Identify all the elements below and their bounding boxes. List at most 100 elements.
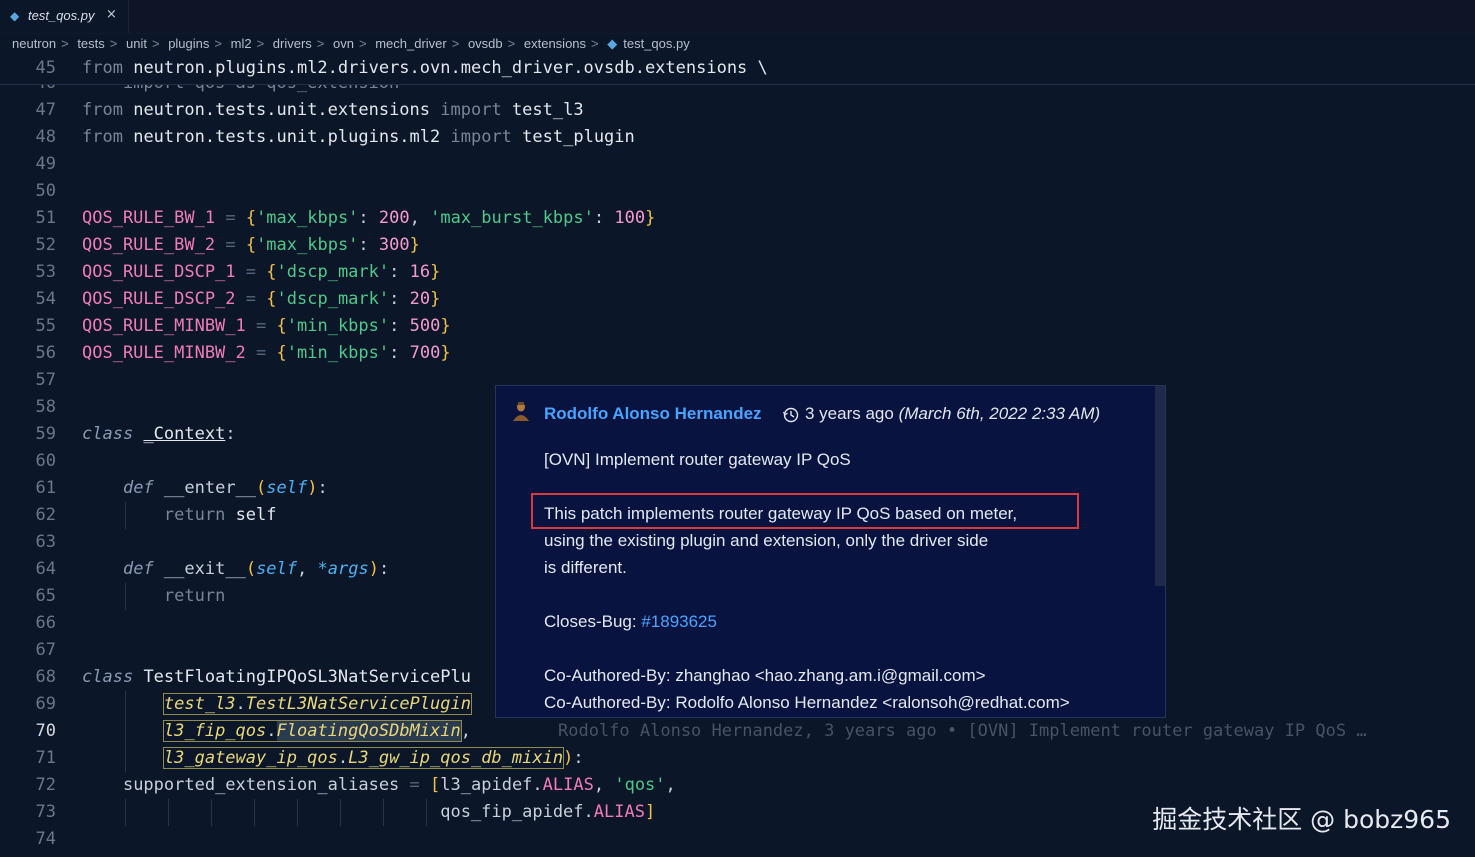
breadcrumb-file-label: test_qos.py	[623, 36, 690, 51]
line-number: 57	[35, 370, 56, 390]
code-text: QOS_RULE_MINBW_2 = {'min_kbps': 700}	[82, 343, 451, 363]
code-line: 50	[0, 178, 1475, 205]
parameter: self	[256, 559, 298, 579]
python-file-icon: ◆	[607, 36, 618, 51]
line-number: 45	[35, 58, 56, 78]
code-text: QOS_RULE_DSCP_1 = {'dscp_mark': 16}	[82, 262, 441, 282]
closes-bug-label: Closes-Bug:	[544, 612, 642, 631]
line-number: 47	[35, 100, 56, 120]
closes-bug-line: Closes-Bug: #1893625	[544, 612, 717, 632]
line-number: 66	[35, 613, 56, 633]
inline-blame-annotation[interactable]: Rodolfo Alonso Hernandez, 3 years ago • …	[558, 718, 1367, 745]
co-authored-line: Co-Authored-By: zhanghao <hao.zhang.am.i…	[544, 666, 986, 685]
chevron-right-icon: >	[109, 36, 118, 51]
constant: QOS_RULE_BW_2	[82, 235, 216, 255]
code-line: 71 l3_gateway_ip_qos.L3_gw_ip_qos_db_mix…	[0, 745, 1475, 772]
breadcrumb-item[interactable]: plugins	[168, 36, 209, 51]
history-icon	[782, 407, 799, 423]
import-name: test_plugin	[522, 127, 635, 147]
line-number: 49	[35, 154, 56, 174]
keyword: def	[122, 478, 154, 498]
bug-link[interactable]: #1893625	[641, 612, 717, 631]
keyword: def	[122, 559, 154, 579]
tab-bar: ◆ test_qos.py ×	[0, 0, 1475, 34]
indent-guide	[383, 799, 384, 826]
dict-key: 'min_kbps'	[286, 343, 390, 363]
avatar[interactable]	[510, 400, 532, 422]
indent-guide	[125, 583, 126, 610]
line-number: 60	[35, 451, 56, 471]
dict-value: 16	[409, 262, 431, 282]
function-name: __enter__	[163, 478, 257, 498]
dict-key: 'dscp_mark'	[276, 289, 390, 309]
base-module: l3_gateway_ip_qos	[163, 748, 338, 768]
dict-value: 700	[409, 343, 441, 363]
dict-key: 'min_kbps'	[286, 316, 390, 336]
module-path: neutron.plugins.ml2.drivers.ovn.mech_dri…	[133, 58, 768, 78]
sticky-scroll-line[interactable]: 45 from neutron.plugins.ml2.drivers.ovn.…	[0, 56, 1475, 85]
chevron-right-icon: >	[316, 36, 325, 51]
indent-guide	[211, 799, 212, 826]
hover-scrollbar[interactable]	[1155, 386, 1165, 586]
code-text: QOS_RULE_BW_2 = {'max_kbps': 300}	[82, 235, 420, 255]
dict-value: 100	[614, 208, 646, 228]
code-text: QOS_RULE_DSCP_2 = {'dscp_mark': 20}	[82, 289, 441, 309]
line-number: 74	[35, 829, 56, 849]
breadcrumb-item[interactable]: drivers	[273, 36, 312, 51]
identifier: self	[235, 505, 277, 525]
tab-label: test_qos.py	[28, 8, 95, 23]
line-number: 65	[35, 586, 56, 606]
chevron-right-icon: >	[591, 36, 599, 51]
base-class: L3_gw_ip_qos_db_mixin	[348, 748, 564, 768]
breadcrumb-item[interactable]: ml2	[231, 36, 252, 51]
code-text: l3_fip_qos.FloatingQoSDbMixin,	[162, 720, 471, 742]
commit-author-link[interactable]: Rodolfo Alonso Hernandez	[544, 404, 762, 424]
git-blame-hover-card[interactable]: Rodolfo Alonso Hernandez 3 years ago (Ma…	[495, 385, 1166, 718]
line-number: 53	[35, 262, 56, 282]
breadcrumb-item[interactable]: ovsdb	[468, 36, 503, 51]
breadcrumb-item[interactable]: tests	[77, 36, 104, 51]
code-text: from neutron.tests.unit.plugins.ml2 impo…	[82, 124, 635, 151]
base-module: l3_fip_qos	[163, 721, 267, 741]
line-number: 52	[35, 235, 56, 255]
identifier: supported_extension_aliases	[122, 775, 400, 795]
tab-test-qos[interactable]: ◆ test_qos.py ×	[0, 0, 129, 33]
line-number: 58	[35, 397, 56, 417]
line-number: 59	[35, 424, 56, 444]
code-text: def __enter__(self):	[122, 478, 328, 498]
module-name: qos_fip_apidef	[440, 802, 584, 822]
line-number: 63	[35, 532, 56, 552]
code-text: QOS_RULE_MINBW_1 = {'min_kbps': 500}	[82, 316, 451, 336]
line-number: 72	[35, 775, 56, 795]
breadcrumb-item[interactable]: mech_driver	[375, 36, 447, 51]
code-text: class TestFloatingIPQoSL3NatServicePlu	[82, 664, 471, 691]
line-number: 64	[35, 559, 56, 579]
indent-guide	[125, 691, 126, 772]
code-text: l3_gateway_ip_qos.L3_gw_ip_qos_db_mixin)…	[162, 747, 584, 769]
class-name: TestFloatingIPQoSL3NatServicePlu	[143, 667, 471, 687]
chevron-right-icon: >	[214, 36, 222, 51]
breadcrumb-item[interactable]: unit	[126, 36, 147, 51]
dict-value: 300	[378, 235, 410, 255]
breadcrumb-item[interactable]: ovn	[333, 36, 354, 51]
attribute: ALIAS	[542, 775, 594, 795]
commit-date: (March 6th, 2022 2:33 AM)	[898, 404, 1101, 423]
keyword: return	[163, 586, 226, 606]
line-number: 62	[35, 505, 56, 525]
constant: QOS_RULE_DSCP_1	[82, 262, 236, 282]
chevron-right-icon: >	[61, 36, 69, 51]
breadcrumb-item[interactable]: neutron	[12, 36, 56, 51]
indent-guide	[125, 502, 126, 529]
commit-body-line: using the existing plugin and extension,…	[544, 531, 989, 550]
close-icon[interactable]: ×	[106, 7, 117, 22]
line-number: 54	[35, 289, 56, 309]
chevron-right-icon: >	[256, 36, 265, 51]
code-line: 48 from neutron.tests.unit.plugins.ml2 i…	[0, 124, 1475, 151]
breadcrumb-item-file[interactable]: ◆ test_qos.py	[607, 36, 690, 52]
code-line: 52 QOS_RULE_BW_2 = {'max_kbps': 300}	[0, 232, 1475, 259]
dict-key: 'dscp_mark'	[276, 262, 390, 282]
watermark: 掘金技术社区 @ bobz965	[1152, 805, 1451, 834]
parameter: self	[266, 478, 308, 498]
breadcrumb-item[interactable]: extensions	[524, 36, 586, 51]
python-file-icon: ◆	[10, 9, 20, 23]
